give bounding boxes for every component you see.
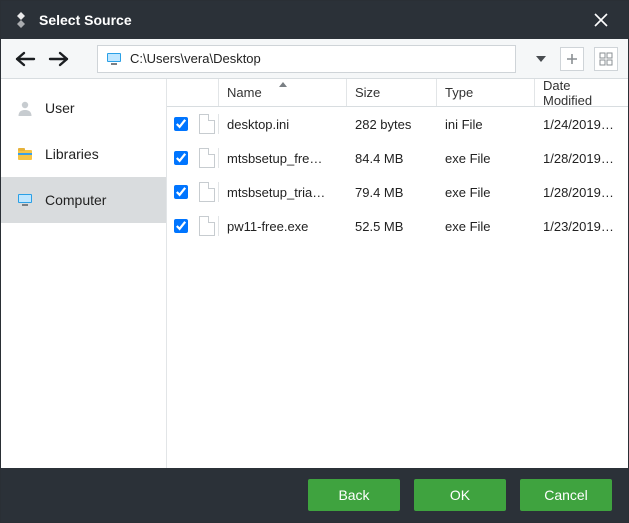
main-area: User Libraries Computer Name Size bbox=[1, 79, 628, 468]
file-rows: desktop.ini282 bytesini File1/24/2019 2:… bbox=[167, 107, 628, 468]
sidebar-item-label: Libraries bbox=[45, 146, 99, 162]
file-icon bbox=[195, 216, 219, 236]
header-size[interactable]: Size bbox=[347, 79, 437, 106]
user-icon bbox=[15, 98, 35, 118]
sidebar-item-label: Computer bbox=[45, 192, 106, 208]
header-date[interactable]: Date Modified bbox=[535, 79, 628, 106]
select-source-window: Select Source C:\Users\vera\Desktop bbox=[0, 0, 629, 523]
file-name: desktop.ini bbox=[219, 117, 347, 132]
file-date: 1/28/2019 1:39 AM bbox=[535, 151, 624, 166]
header-checkbox[interactable] bbox=[167, 79, 195, 106]
row-checkbox-cell bbox=[167, 117, 195, 131]
file-name: mtsbsetup_fre… bbox=[219, 151, 347, 166]
file-row[interactable]: mtsbsetup_fre…84.4 MBexe File1/28/2019 1… bbox=[167, 141, 628, 175]
new-folder-button[interactable] bbox=[560, 47, 584, 71]
cancel-button[interactable]: Cancel bbox=[520, 479, 612, 511]
file-date: 1/23/2019 10:19 … bbox=[535, 219, 624, 234]
window-title: Select Source bbox=[39, 12, 580, 28]
toolbar: C:\Users\vera\Desktop bbox=[1, 39, 628, 79]
header-name[interactable]: Name bbox=[219, 79, 347, 106]
file-icon bbox=[195, 114, 219, 134]
row-checkbox[interactable] bbox=[174, 151, 188, 165]
file-type: exe File bbox=[437, 185, 535, 200]
nav-back-button[interactable] bbox=[11, 45, 39, 73]
sidebar-item-label: User bbox=[45, 100, 75, 116]
row-checkbox-cell bbox=[167, 219, 195, 233]
footer: Back OK Cancel bbox=[1, 468, 628, 522]
file-size: 52.5 MB bbox=[347, 219, 437, 234]
titlebar: Select Source bbox=[1, 1, 628, 39]
file-icon bbox=[195, 182, 219, 202]
nav-forward-button[interactable] bbox=[45, 45, 73, 73]
file-row[interactable]: mtsbsetup_tria…79.4 MBexe File1/28/2019 … bbox=[167, 175, 628, 209]
sidebar: User Libraries Computer bbox=[1, 79, 167, 468]
close-button[interactable] bbox=[580, 1, 622, 39]
column-headers: Name Size Type Date Modified bbox=[167, 79, 628, 107]
path-text: C:\Users\vera\Desktop bbox=[130, 51, 261, 66]
file-type: exe File bbox=[437, 151, 535, 166]
file-pane: Name Size Type Date Modified desktop.ini… bbox=[167, 79, 628, 468]
file-name: pw11-free.exe bbox=[219, 219, 347, 234]
row-checkbox[interactable] bbox=[174, 185, 188, 199]
row-checkbox-cell bbox=[167, 185, 195, 199]
path-dropdown-button[interactable] bbox=[532, 56, 550, 62]
header-type[interactable]: Type bbox=[437, 79, 535, 106]
file-type: ini File bbox=[437, 117, 535, 132]
row-checkbox[interactable] bbox=[174, 219, 188, 233]
computer-icon bbox=[15, 190, 35, 210]
header-icon bbox=[195, 79, 219, 106]
file-date: 1/28/2019 1:55 AM bbox=[535, 185, 624, 200]
view-mode-button[interactable] bbox=[594, 47, 618, 71]
app-logo-icon bbox=[11, 10, 31, 30]
row-checkbox-cell bbox=[167, 151, 195, 165]
file-name: mtsbsetup_tria… bbox=[219, 185, 347, 200]
sidebar-item-user[interactable]: User bbox=[1, 85, 166, 131]
file-size: 79.4 MB bbox=[347, 185, 437, 200]
back-button[interactable]: Back bbox=[308, 479, 400, 511]
ok-button[interactable]: OK bbox=[414, 479, 506, 511]
file-row[interactable]: pw11-free.exe52.5 MBexe File1/23/2019 10… bbox=[167, 209, 628, 243]
file-type: exe File bbox=[437, 219, 535, 234]
row-checkbox[interactable] bbox=[174, 117, 188, 131]
file-row[interactable]: desktop.ini282 bytesini File1/24/2019 2:… bbox=[167, 107, 628, 141]
libraries-icon bbox=[15, 144, 35, 164]
sidebar-item-computer[interactable]: Computer bbox=[1, 177, 166, 223]
file-size: 282 bytes bbox=[347, 117, 437, 132]
file-icon bbox=[195, 148, 219, 168]
file-size: 84.4 MB bbox=[347, 151, 437, 166]
file-date: 1/24/2019 2:40 AM bbox=[535, 117, 624, 132]
path-input[interactable]: C:\Users\vera\Desktop bbox=[97, 45, 516, 73]
sidebar-item-libraries[interactable]: Libraries bbox=[1, 131, 166, 177]
computer-icon bbox=[106, 52, 122, 66]
